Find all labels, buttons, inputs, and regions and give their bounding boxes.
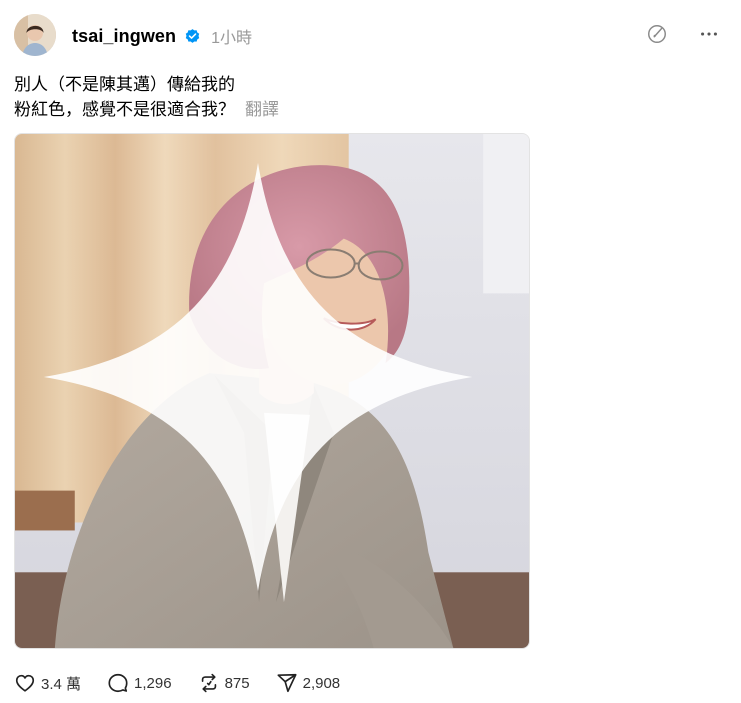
verified-badge-icon: [184, 28, 201, 45]
avatar-image: [14, 14, 56, 56]
post-text-line-2: 粉紅色，感覺不是很適合我？ 翻譯: [14, 97, 279, 122]
share-count: 2,908: [302, 674, 341, 692]
post-action-bar: 3.4 萬 1,296 875 2,908: [14, 672, 340, 694]
post-time[interactable]: 1小時: [211, 24, 252, 48]
repost-count: 875: [224, 674, 250, 692]
comment-count: 1,296: [134, 674, 172, 692]
post-top-actions: [645, 22, 721, 46]
post-card: tsai_ingwen 1小時 別人（不是陳其邁）傳給我的 粉紅色，感覺不是很適…: [0, 0, 741, 703]
feed-icon[interactable]: [645, 22, 669, 46]
repost-button[interactable]: 875: [198, 672, 250, 694]
sparkle-icon[interactable]: [14, 133, 515, 634]
comment-icon: [108, 673, 128, 693]
post-text-line-1: 別人（不是陳其邁）傳給我的: [14, 75, 235, 94]
heart-icon: [15, 674, 35, 692]
post-text-line-2-content: 粉紅色，感覺不是很適合我？: [14, 100, 235, 119]
post-image[interactable]: [14, 133, 530, 649]
share-button[interactable]: 2,908: [276, 672, 341, 694]
like-button[interactable]: 3.4 萬: [14, 672, 81, 694]
username[interactable]: tsai_ingwen: [72, 26, 176, 47]
share-icon: [277, 673, 297, 693]
post-header: tsai_ingwen 1小時: [72, 24, 252, 48]
like-count: 3.4 萬: [41, 675, 82, 693]
avatar[interactable]: [14, 14, 56, 56]
repost-icon: [201, 673, 216, 693]
more-icon[interactable]: [697, 22, 721, 46]
translate-link[interactable]: 翻譯: [245, 100, 279, 119]
comment-button[interactable]: 1,296: [107, 672, 172, 694]
post-text: 別人（不是陳其邁）傳給我的 粉紅色，感覺不是很適合我？ 翻譯: [14, 72, 279, 122]
